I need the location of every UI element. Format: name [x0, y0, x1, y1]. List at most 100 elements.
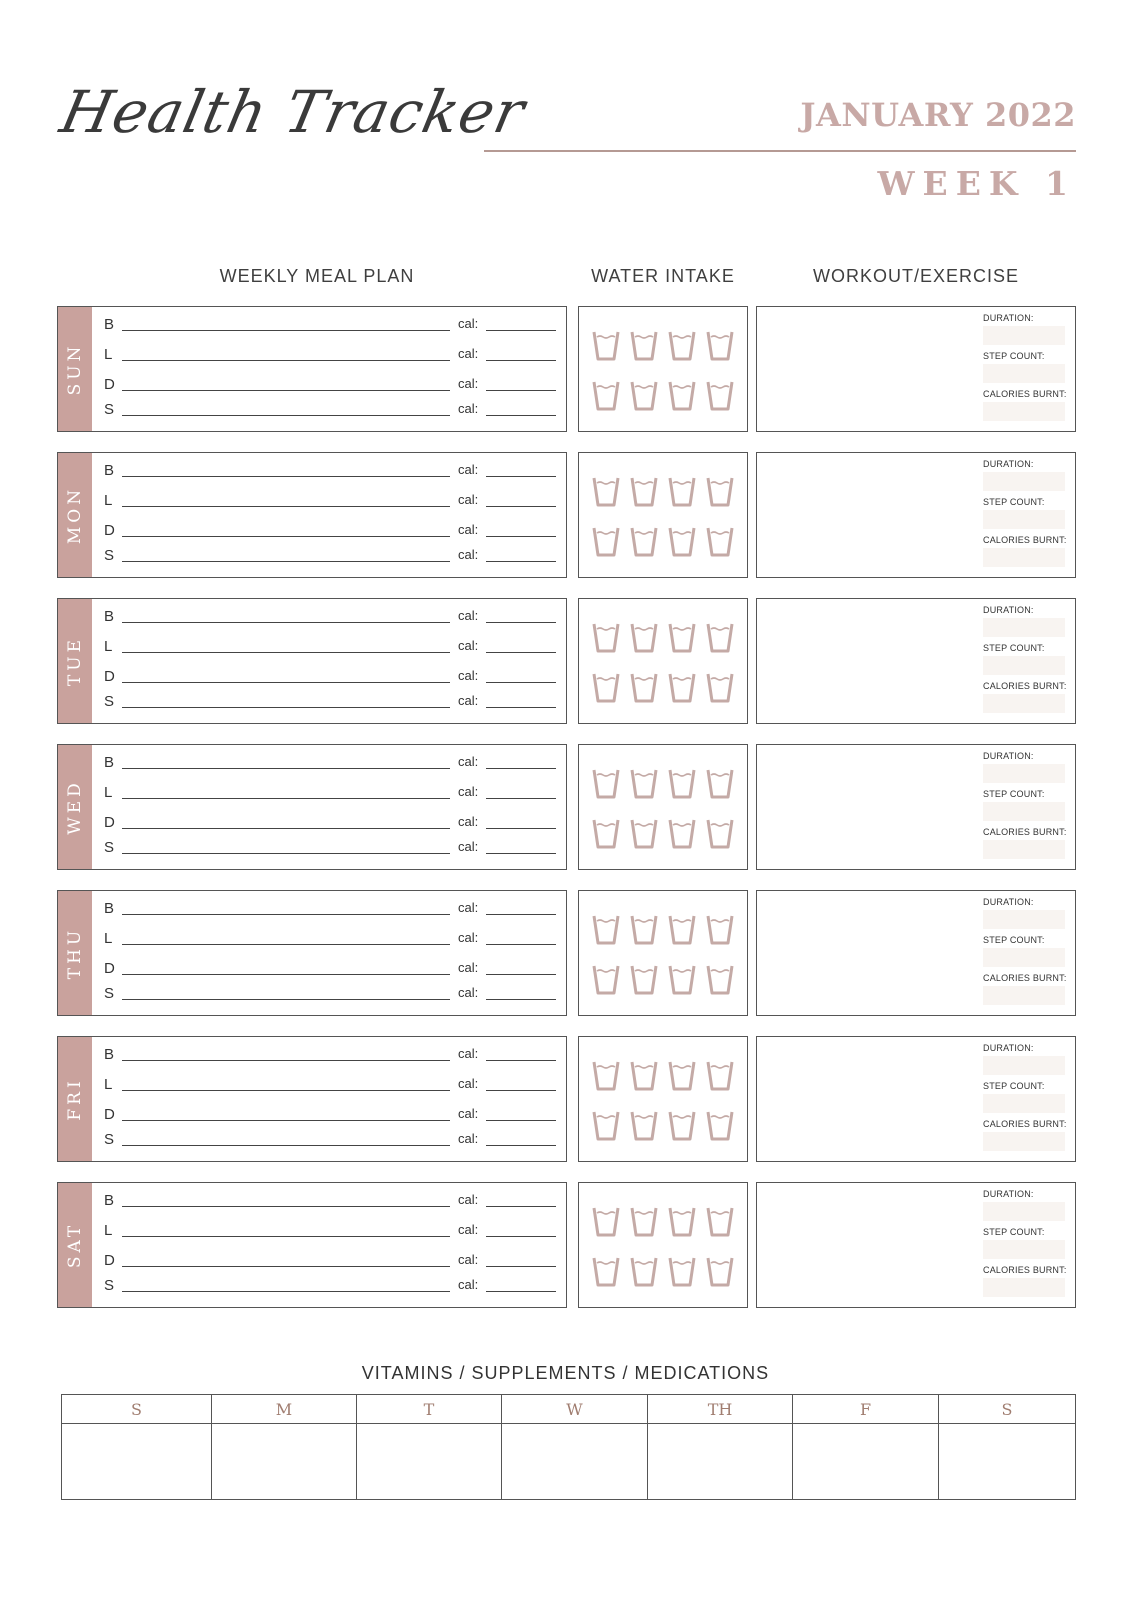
cal-input[interactable]	[486, 475, 556, 477]
water-cup-icon[interactable]	[629, 475, 659, 508]
meal-input[interactable]	[122, 535, 450, 537]
water-cup-icon[interactable]	[591, 475, 621, 508]
water-cup-icon[interactable]	[629, 379, 659, 412]
vitamins-day-cell[interactable]	[212, 1424, 357, 1499]
cal-input[interactable]	[486, 706, 556, 708]
meal-input[interactable]	[122, 560, 450, 562]
workout-field-input[interactable]	[983, 618, 1065, 637]
cal-input[interactable]	[486, 1265, 556, 1267]
water-cup-icon[interactable]	[667, 913, 697, 946]
meal-input[interactable]	[122, 1089, 450, 1091]
water-cup-icon[interactable]	[629, 671, 659, 704]
cal-input[interactable]	[486, 681, 556, 683]
meal-input[interactable]	[122, 1119, 450, 1121]
water-cup-icon[interactable]	[591, 1109, 621, 1142]
water-cup-icon[interactable]	[591, 329, 621, 362]
vitamins-day-cell[interactable]	[939, 1424, 1075, 1499]
water-cup-icon[interactable]	[591, 963, 621, 996]
meal-input[interactable]	[122, 973, 450, 975]
water-cup-icon[interactable]	[629, 963, 659, 996]
workout-field-input[interactable]	[983, 764, 1065, 783]
cal-input[interactable]	[486, 651, 556, 653]
meal-input[interactable]	[122, 1144, 450, 1146]
workout-field-input[interactable]	[983, 1278, 1065, 1297]
cal-input[interactable]	[486, 1119, 556, 1121]
water-cup-icon[interactable]	[705, 1109, 735, 1142]
workout-field-input[interactable]	[983, 364, 1065, 383]
meal-input[interactable]	[122, 827, 450, 829]
cal-input[interactable]	[486, 414, 556, 416]
cal-input[interactable]	[486, 1290, 556, 1292]
water-cup-icon[interactable]	[705, 913, 735, 946]
water-cup-icon[interactable]	[705, 767, 735, 800]
water-cup-icon[interactable]	[705, 817, 735, 850]
water-cup-icon[interactable]	[705, 379, 735, 412]
water-cup-icon[interactable]	[591, 379, 621, 412]
vitamins-day-cell[interactable]	[648, 1424, 793, 1499]
cal-input[interactable]	[486, 359, 556, 361]
water-cup-icon[interactable]	[667, 1255, 697, 1288]
water-cup-icon[interactable]	[667, 963, 697, 996]
water-cup-icon[interactable]	[591, 1255, 621, 1288]
cal-input[interactable]	[486, 1235, 556, 1237]
water-cup-icon[interactable]	[591, 767, 621, 800]
water-cup-icon[interactable]	[629, 913, 659, 946]
cal-input[interactable]	[486, 1059, 556, 1061]
meal-input[interactable]	[122, 475, 450, 477]
water-cup-icon[interactable]	[667, 767, 697, 800]
meal-input[interactable]	[122, 505, 450, 507]
meal-input[interactable]	[122, 1235, 450, 1237]
workout-field-input[interactable]	[983, 1056, 1065, 1075]
cal-input[interactable]	[486, 767, 556, 769]
meal-input[interactable]	[122, 706, 450, 708]
cal-input[interactable]	[486, 943, 556, 945]
meal-input[interactable]	[122, 621, 450, 623]
cal-input[interactable]	[486, 505, 556, 507]
water-cup-icon[interactable]	[591, 913, 621, 946]
water-cup-icon[interactable]	[591, 525, 621, 558]
water-cup-icon[interactable]	[667, 475, 697, 508]
meal-input[interactable]	[122, 359, 450, 361]
cal-input[interactable]	[486, 797, 556, 799]
workout-box[interactable]: DURATION: STEP COUNT: CALORIES BURNT:	[756, 1182, 1076, 1308]
water-cup-icon[interactable]	[705, 1059, 735, 1092]
water-cup-icon[interactable]	[667, 1059, 697, 1092]
water-cup-icon[interactable]	[629, 817, 659, 850]
water-cup-icon[interactable]	[705, 671, 735, 704]
water-cup-icon[interactable]	[667, 379, 697, 412]
meal-input[interactable]	[122, 797, 450, 799]
water-cup-icon[interactable]	[629, 1059, 659, 1092]
workout-box[interactable]: DURATION: STEP COUNT: CALORIES BURNT:	[756, 452, 1076, 578]
workout-field-input[interactable]	[983, 656, 1065, 675]
water-cup-icon[interactable]	[705, 1255, 735, 1288]
cal-input[interactable]	[486, 1205, 556, 1207]
workout-box[interactable]: DURATION: STEP COUNT: CALORIES BURNT:	[756, 306, 1076, 432]
water-cup-icon[interactable]	[705, 621, 735, 654]
meal-input[interactable]	[122, 329, 450, 331]
workout-field-input[interactable]	[983, 948, 1065, 967]
water-cup-icon[interactable]	[591, 671, 621, 704]
water-cup-icon[interactable]	[667, 329, 697, 362]
workout-box[interactable]: DURATION: STEP COUNT: CALORIES BURNT:	[756, 744, 1076, 870]
workout-field-input[interactable]	[983, 326, 1065, 345]
water-cup-icon[interactable]	[629, 525, 659, 558]
workout-field-input[interactable]	[983, 1094, 1065, 1113]
vitamins-day-cell[interactable]	[502, 1424, 648, 1499]
water-cup-icon[interactable]	[629, 1205, 659, 1238]
workout-field-input[interactable]	[983, 694, 1065, 713]
workout-box[interactable]: DURATION: STEP COUNT: CALORIES BURNT:	[756, 598, 1076, 724]
vitamins-day-cell[interactable]	[357, 1424, 502, 1499]
water-cup-icon[interactable]	[591, 1059, 621, 1092]
meal-input[interactable]	[122, 913, 450, 915]
meal-input[interactable]	[122, 681, 450, 683]
cal-input[interactable]	[486, 535, 556, 537]
water-cup-icon[interactable]	[629, 767, 659, 800]
cal-input[interactable]	[486, 389, 556, 391]
water-cup-icon[interactable]	[667, 1109, 697, 1142]
workout-field-input[interactable]	[983, 472, 1065, 491]
meal-input[interactable]	[122, 943, 450, 945]
workout-field-input[interactable]	[983, 910, 1065, 929]
workout-field-input[interactable]	[983, 402, 1065, 421]
water-cup-icon[interactable]	[629, 1109, 659, 1142]
vitamins-day-cell[interactable]	[62, 1424, 212, 1499]
